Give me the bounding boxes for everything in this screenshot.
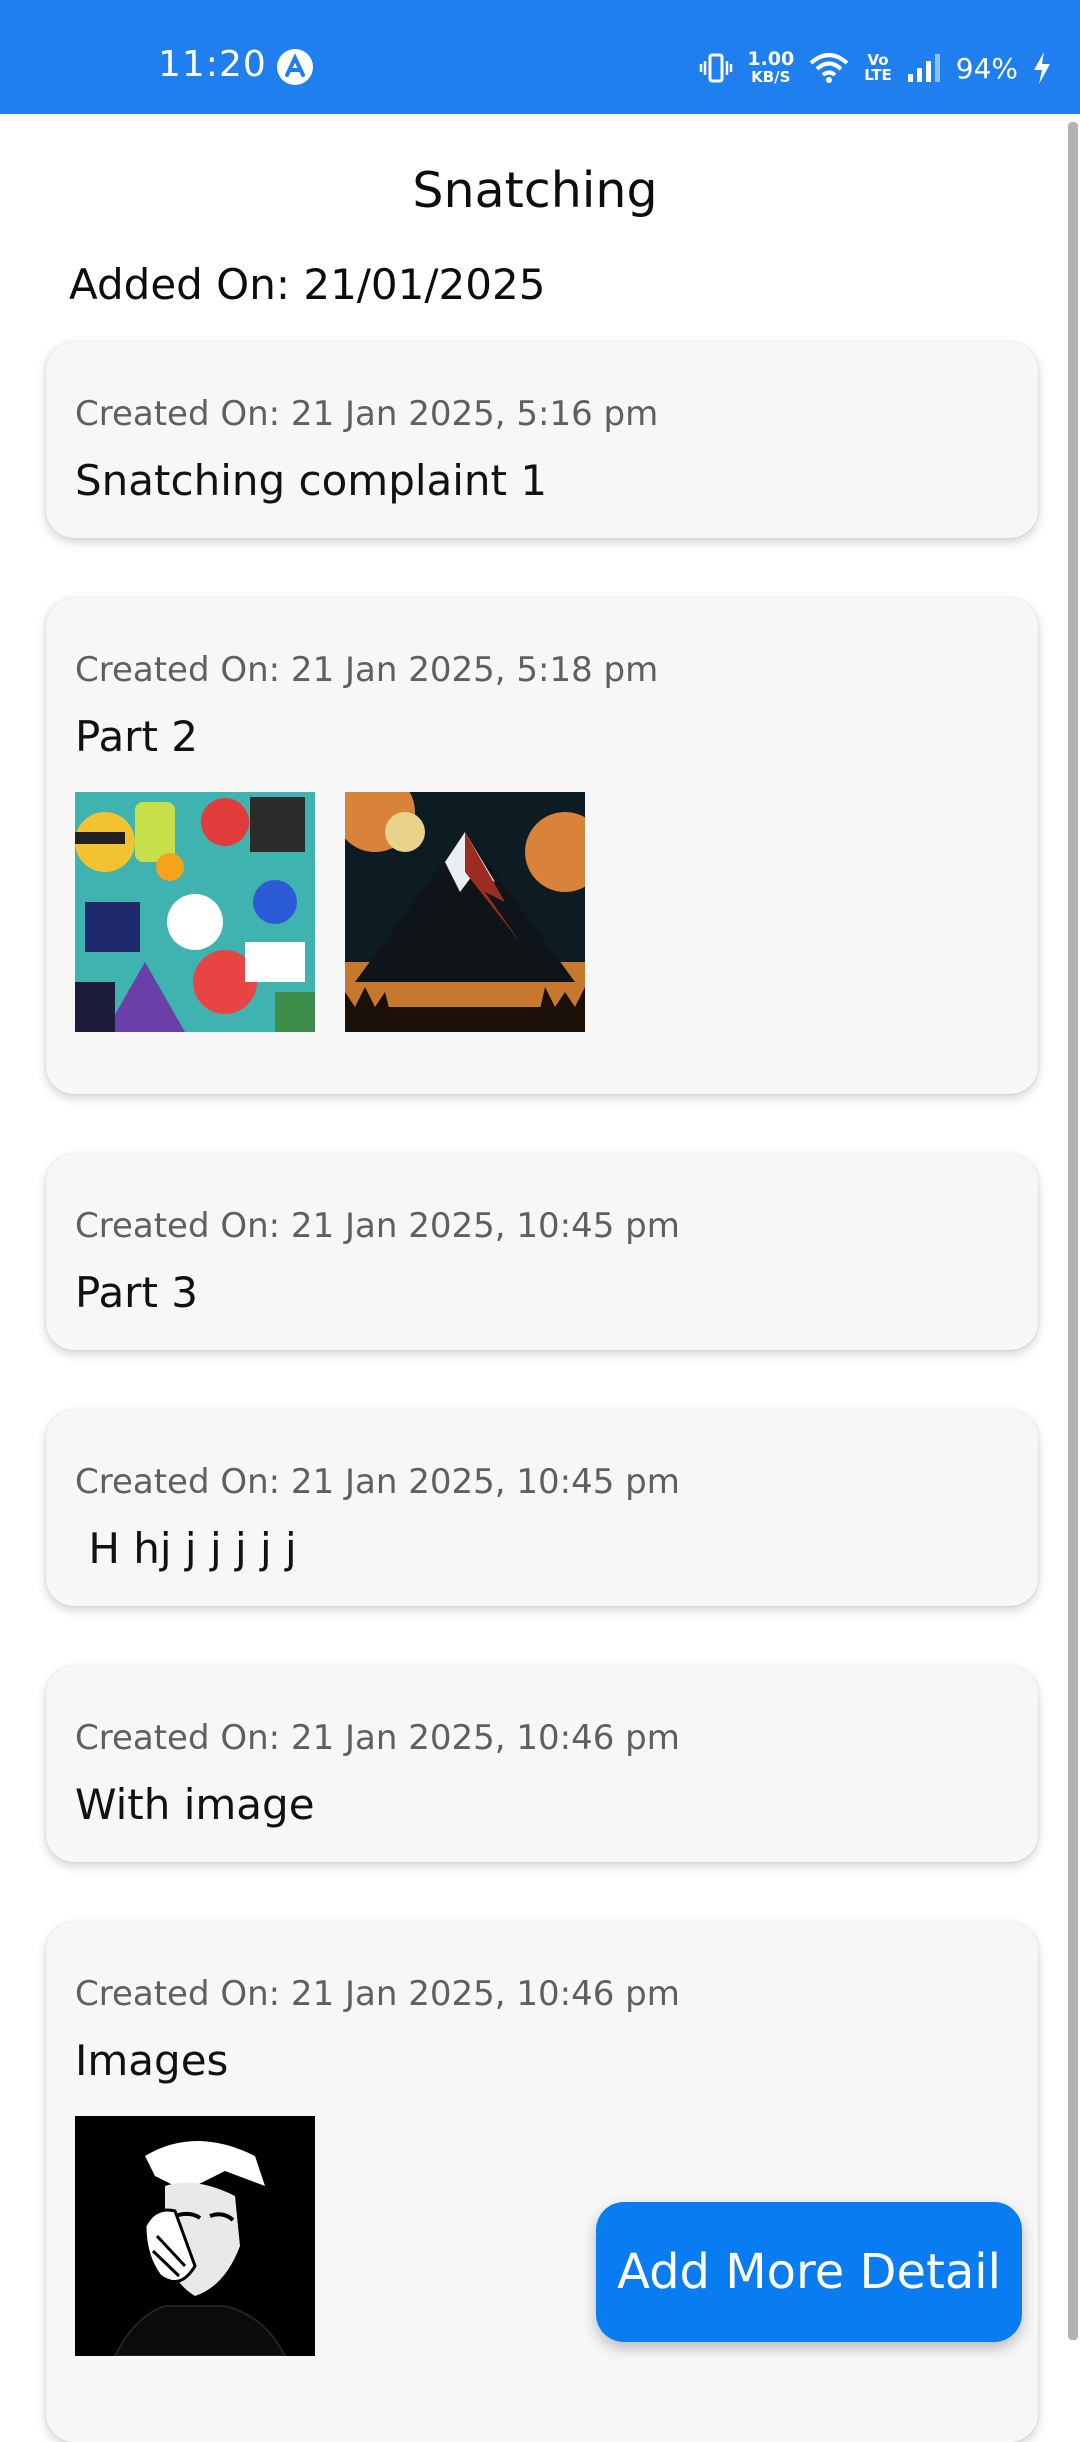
- detail-card[interactable]: Created On: 21 Jan 2025, 10:45 pm Part 3: [46, 1154, 1038, 1350]
- added-on-date: Added On: 21/01/2025: [69, 260, 546, 309]
- detail-card[interactable]: Created On: 21 Jan 2025, 10:46 pm With i…: [46, 1666, 1038, 1862]
- status-time: 11:20: [158, 44, 267, 85]
- created-on-label: Created On: 21 Jan 2025, 10:45 pm: [75, 1462, 680, 1502]
- detail-text: Images: [75, 2036, 229, 2085]
- detail-text: With image: [75, 1780, 315, 1829]
- wifi-icon: [808, 51, 850, 85]
- add-more-detail-button[interactable]: Add More Detail: [596, 2202, 1022, 2342]
- signal-icon: [906, 52, 942, 84]
- mountain-night-image[interactable]: [345, 792, 585, 1032]
- created-on-label: Created On: 21 Jan 2025, 10:46 pm: [75, 1974, 680, 2014]
- charging-icon: [1032, 51, 1052, 85]
- detail-text: H hj j j j j j: [75, 1524, 297, 1573]
- page-title: Snatching: [412, 162, 658, 219]
- detail-card[interactable]: Created On: 21 Jan 2025, 10:46 pm Images: [46, 1922, 1038, 2442]
- scrollbar[interactable]: [1068, 122, 1078, 2340]
- created-on-label: Created On: 21 Jan 2025, 5:18 pm: [75, 650, 659, 690]
- app-notification-icon: [276, 48, 314, 86]
- created-on-label: Created On: 21 Jan 2025, 10:46 pm: [75, 1718, 680, 1758]
- detail-text: Snatching complaint 1: [75, 456, 548, 505]
- status-icons: 1.00 KB/S Vo LTE 94%: [699, 44, 1052, 92]
- detail-card[interactable]: Created On: 21 Jan 2025, 5:16 pm Snatchi…: [46, 342, 1038, 538]
- detail-text: Part 3: [75, 1268, 198, 1317]
- vibrate-icon: [699, 51, 733, 85]
- portrait-sketch-image[interactable]: [75, 2116, 315, 2356]
- detail-text: Part 2: [75, 712, 198, 761]
- volte-icon: Vo LTE: [864, 51, 892, 84]
- status-bar: 11:20 1.00 KB/S Vo LTE 94%: [0, 0, 1080, 114]
- detail-card[interactable]: Created On: 21 Jan 2025, 5:18 pm Part 2: [46, 598, 1038, 1094]
- detail-card[interactable]: Created On: 21 Jan 2025, 10:45 pm H hj j…: [46, 1410, 1038, 1606]
- network-speed: 1.00 KB/S: [747, 48, 795, 87]
- created-on-label: Created On: 21 Jan 2025, 10:45 pm: [75, 1206, 680, 1246]
- sticker-collage-image[interactable]: [75, 792, 315, 1032]
- battery-level: 94%: [955, 51, 1018, 85]
- created-on-label: Created On: 21 Jan 2025, 5:16 pm: [75, 394, 659, 434]
